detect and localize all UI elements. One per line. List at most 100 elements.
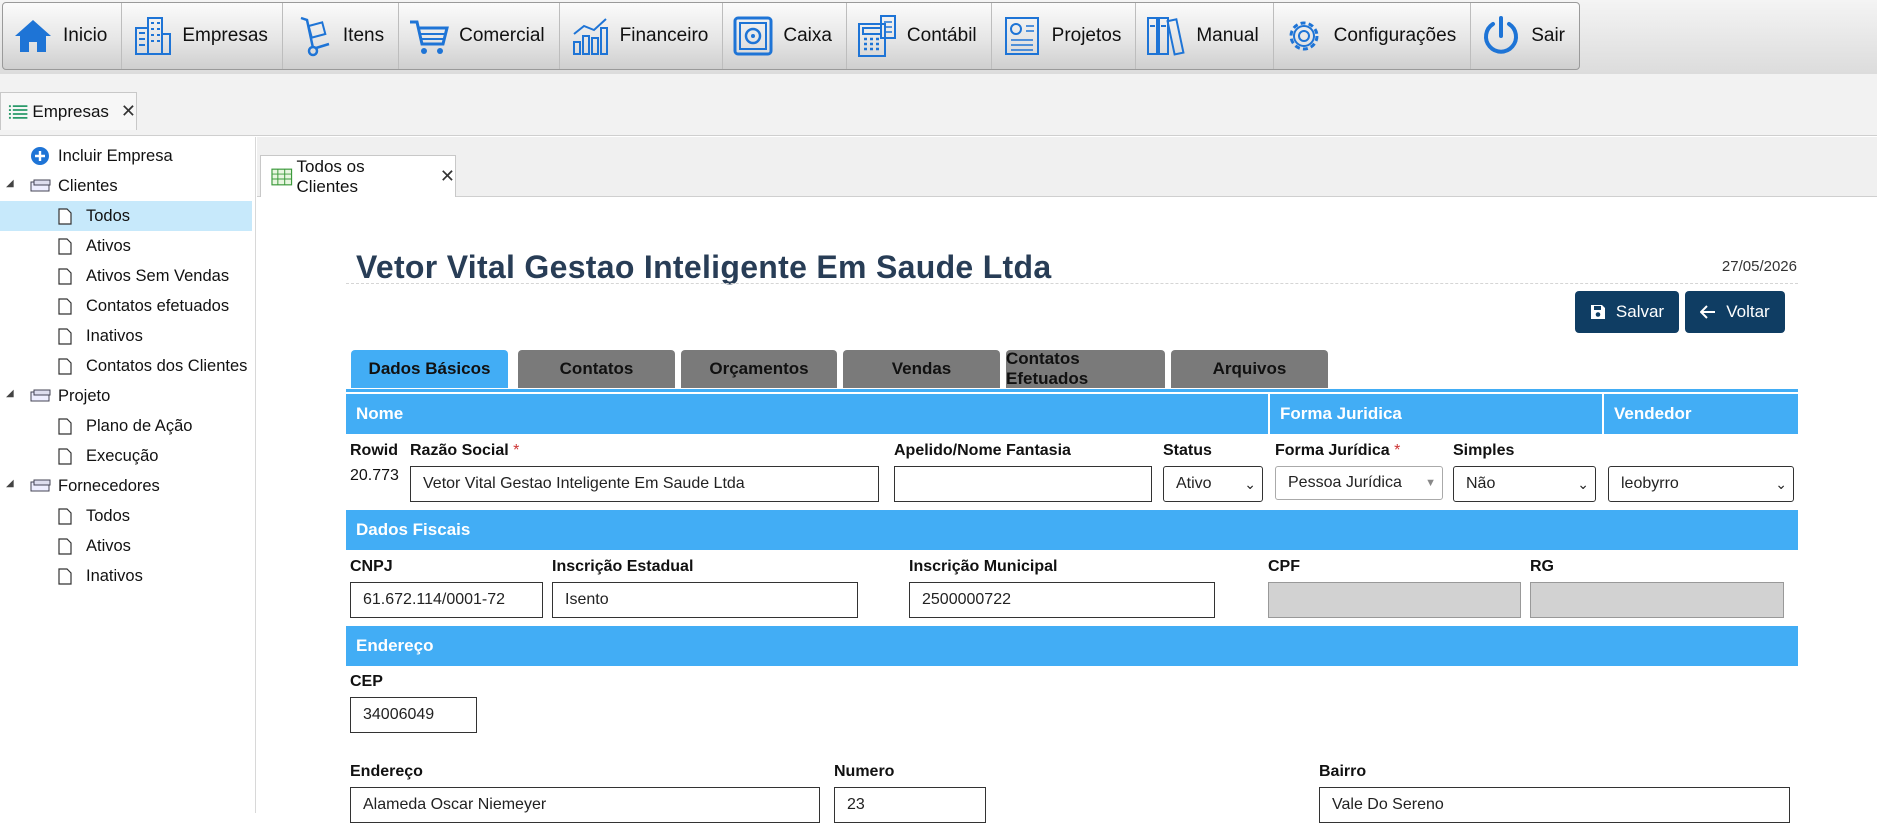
tree-suppliers-inativos[interactable]: Inativos [0,561,252,591]
tree-label: Ativos Sem Vendas [86,266,230,285]
tree-project[interactable]: Projeto [0,381,252,411]
menu-caixa[interactable]: Caixa [723,3,847,69]
bar-chart-icon [572,18,608,55]
close-icon[interactable]: ✕ [440,166,455,187]
cep-label: CEP [350,673,383,690]
tab-todos-os-clientes[interactable]: Todos os Clientes ✕ [260,155,456,197]
folder-stack-icon [30,389,51,402]
chevron-down-icon: ⌄ [1577,475,1589,492]
menu-label: Contábil [906,25,977,46]
document-icon [58,267,72,285]
tree-project-plano[interactable]: Plano de Ação [0,411,252,441]
tab-orcamentos[interactable]: Orçamentos [681,350,837,388]
tree-clients[interactable]: Clientes [0,171,252,201]
menu-comercial[interactable]: Comercial [399,3,560,69]
inscricao-estadual-label: Inscrição Estadual [552,558,694,575]
vendedor-select[interactable]: leobyrro ⌄ [1608,466,1794,502]
menu-manual[interactable]: Manual [1136,3,1274,69]
menu-itens[interactable]: Itens [283,3,400,69]
caret-down-icon: ▼ [1425,477,1436,489]
table-icon [271,168,293,185]
inner-tab-strip [257,137,1877,197]
menu-empresas[interactable]: Empresas [122,3,283,69]
tree-clients-contatos-efetuados[interactable]: Contatos efetuados [0,291,252,321]
label-text: Razão Social [410,442,509,459]
tree-label: Incluir Empresa [58,146,173,165]
endereco-input[interactable]: Alameda Oscar Niemeyer [350,787,820,823]
menu-label: Sair [1531,25,1565,46]
inscricao-estadual-input[interactable]: Isento [552,582,858,618]
select-value: Não [1466,475,1496,492]
cep-input[interactable]: 34006049 [350,697,477,733]
document-icon [58,297,72,315]
select-box: Pessoa Jurídica ▼ [1275,466,1443,500]
document-icon [58,507,72,525]
select-value: Ativo [1176,475,1212,492]
main-content: Todos os Clientes ✕ Vetor Vital Gestao I… [257,137,1877,823]
bairro-input[interactable]: Vale Do Sereno [1319,787,1790,823]
tree-label: Contatos dos Clientes [86,356,248,375]
tab-underline [346,389,1798,392]
razao-social-label: Razão Social * [410,442,519,460]
tree-label: Plano de Ação [86,416,193,435]
floppy-icon [1590,305,1605,319]
tree-add-company[interactable]: Incluir Empresa [0,141,252,171]
status-select[interactable]: Ativo ⌄ [1163,466,1263,502]
save-button[interactable]: Salvar [1575,291,1679,333]
tree-label: Todos [86,506,131,525]
apelido-label: Apelido/Nome Fantasia [894,442,1071,459]
button-label: Voltar [1726,302,1770,321]
tree-suppliers-ativos[interactable]: Ativos [0,531,252,561]
tab-contatos[interactable]: Contatos [518,350,675,388]
title-divider [346,283,1798,284]
tree-suppliers[interactable]: Fornecedores [0,471,252,501]
cnpj-input[interactable]: 61.672.114/0001-72 [350,582,543,618]
tree-label: Inativos [86,326,143,345]
menu-configuracoes[interactable]: Configurações [1274,3,1472,69]
tree-clients-ativos-sem-vendas[interactable]: Ativos Sem Vendas [0,261,252,291]
close-icon[interactable]: ✕ [121,101,136,122]
bairro-label: Bairro [1319,763,1367,780]
rg-input[interactable] [1530,582,1784,618]
tree-project-execucao[interactable]: Execução [0,441,252,471]
tab-vendas[interactable]: Vendas [843,350,1000,388]
menu-projetos[interactable]: Projetos [992,3,1137,69]
menu-contabil[interactable]: Contábil [847,3,992,69]
menu-inicio[interactable]: Inicio [3,3,123,69]
tree-clients-todos[interactable]: Todos [0,201,252,231]
tree-suppliers-todos[interactable]: Todos [0,501,252,531]
binders-icon [1147,17,1185,56]
select-box: Ativo ⌄ [1163,466,1263,502]
razao-social-input[interactable]: Vetor Vital Gestao Inteligente Em Saude … [410,466,879,502]
menu-sair[interactable]: Sair [1471,3,1579,69]
document-icon [58,207,72,225]
cpf-label: CPF [1268,558,1300,575]
inscricao-municipal-input[interactable]: 2500000722 [909,582,1215,618]
rowid-label: Rowid [350,442,398,459]
arrow-left-icon [1700,305,1716,319]
cpf-input[interactable] [1268,582,1521,618]
tab-arquivos[interactable]: Arquivos [1171,350,1328,388]
document-icon [58,237,72,255]
numero-input[interactable]: 23 [834,787,986,823]
chevron-down-icon: ⌄ [1244,475,1256,492]
record-date: 27/05/2026 [1721,258,1797,275]
forma-juridica-select[interactable]: Pessoa Jurídica ▼ [1275,466,1443,500]
tree-clients-contatos-dos-clientes[interactable]: Contatos dos Clientes [0,351,252,381]
top-bar: Inicio Empresas Itens Comercial Financei… [0,0,1877,74]
tab-contatos-efetuados[interactable]: Contatos Efetuados [1006,349,1165,388]
tree-clients-inativos[interactable]: Inativos [0,321,252,351]
simples-select[interactable]: Não ⌄ [1453,466,1596,502]
section-title: Forma Juridica [1268,394,1602,434]
list-icon [8,104,28,119]
apelido-input[interactable] [894,466,1152,502]
back-button[interactable]: Voltar [1685,291,1785,333]
menu-label: Comercial [459,25,545,46]
menu-label: Itens [342,25,385,46]
menu-financeiro[interactable]: Financeiro [560,3,724,69]
tree-clients-ativos[interactable]: Ativos [0,231,252,261]
tab-dados-basicos[interactable]: Dados Básicos [351,350,508,388]
menu-label: Inicio [63,25,108,46]
required-mark: * [513,442,520,459]
tab-empresas[interactable]: Empresas ✕ [0,92,137,130]
